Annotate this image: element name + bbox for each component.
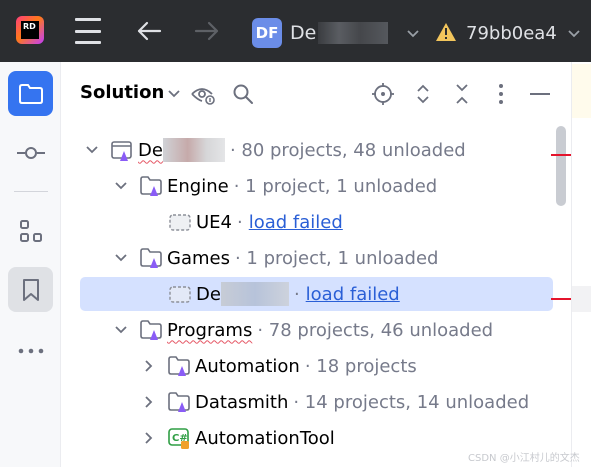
chevron-down-icon	[567, 24, 581, 43]
load-failed-link[interactable]: load failed	[249, 212, 343, 233]
tree-item-meta: · 80 projects, 48 unloaded	[229, 139, 466, 161]
tree-item-meta: · 14 projects, 14 unloaded	[293, 391, 530, 413]
tree-row-project-selected[interactable]: De · load failed	[61, 277, 556, 311]
solution-folder-icon	[167, 354, 191, 378]
vcs-branch-widget[interactable]: 79bb0ea4	[466, 20, 581, 46]
panel-title[interactable]: Solution	[80, 82, 164, 103]
more-icon[interactable]	[8, 328, 53, 373]
warning-icon[interactable]	[434, 20, 458, 44]
tree-item-name: De	[196, 283, 221, 305]
locate-icon[interactable]	[371, 82, 395, 106]
tree-item-name: Games	[167, 247, 230, 269]
editor-banner	[572, 64, 591, 118]
structure-icon[interactable]	[8, 208, 53, 253]
tree-item-name: UE4	[196, 211, 232, 233]
back-arrow-icon[interactable]	[134, 16, 164, 46]
expand-all-icon[interactable]	[411, 82, 435, 106]
project-badge[interactable]: DF	[252, 18, 282, 48]
unloaded-project-icon	[168, 210, 192, 234]
tree-item-name: Engine	[167, 175, 229, 197]
tree-row-folder[interactable]: Automation · 18 projects	[61, 349, 556, 383]
load-failed-link[interactable]: load failed	[306, 284, 400, 305]
search-icon[interactable]	[231, 82, 255, 106]
project-folder-icon[interactable]	[8, 71, 53, 116]
commit-icon[interactable]	[8, 130, 53, 175]
tree-item-name: Programs	[167, 319, 253, 341]
solution-panel: Solution De · 80 projects, 48 unloaded E…	[61, 62, 571, 467]
csharp-project-icon: C#	[167, 426, 191, 450]
vertical-scrollbar[interactable]	[556, 126, 566, 206]
project-selector[interactable]: De	[290, 20, 420, 46]
chevron-down-icon[interactable]	[111, 176, 131, 196]
tree-item-meta: · 1 project, 1 unloaded	[234, 247, 439, 269]
collapse-all-icon[interactable]	[450, 82, 474, 106]
bookmarks-icon[interactable]	[8, 267, 53, 312]
tree-item-meta: · 1 project, 1 unloaded	[233, 175, 438, 197]
logo-text: RD	[21, 21, 39, 39]
strip-divider	[14, 191, 48, 192]
error-marker	[551, 298, 571, 300]
main-menu-icon[interactable]	[74, 18, 102, 44]
chevron-down-icon[interactable]	[111, 320, 131, 340]
watermark: CSDN @小江村儿的文杰	[468, 453, 580, 464]
options-menu-icon[interactable]	[489, 82, 513, 106]
chevron-right-icon[interactable]	[139, 356, 159, 376]
tree-item-name: AutomationTool	[195, 427, 335, 449]
tree-row-folder[interactable]: Programs · 78 projects, 46 unloaded	[61, 313, 556, 347]
chevron-down-icon[interactable]	[82, 140, 102, 160]
solution-folder-icon	[139, 174, 163, 198]
tree-row-folder[interactable]: Games · 1 project, 1 unloaded	[61, 241, 556, 275]
branch-name: 79bb0ea4	[466, 22, 557, 44]
chevron-down-icon	[406, 24, 420, 43]
solution-folder-icon	[139, 246, 163, 270]
chevron-down-icon[interactable]	[111, 248, 131, 268]
tree-item-name: De	[138, 139, 163, 161]
unloaded-project-icon	[168, 282, 192, 306]
chevron-right-icon[interactable]	[139, 392, 159, 412]
tree-row-folder[interactable]: Datasmith · 14 projects, 14 unloaded	[61, 385, 556, 419]
tree-row-project[interactable]: UE4 · load failed	[61, 205, 556, 239]
editor-line-highlight	[572, 286, 591, 312]
project-name: De	[290, 22, 317, 44]
tree-item-meta: · 78 projects, 46 unloaded	[257, 319, 494, 341]
error-marker	[551, 154, 571, 156]
tree-item-meta: ·	[237, 211, 243, 233]
forward-arrow-icon[interactable]	[192, 16, 222, 46]
tree-item-meta: · 18 projects	[304, 355, 417, 377]
tree-item-name: Datasmith	[195, 391, 289, 413]
tree-row-folder[interactable]: Engine · 1 project, 1 unloaded	[61, 169, 556, 203]
tree-item-name: Automation	[195, 355, 300, 377]
title-bar: RD DF De 79bb0ea4	[0, 0, 591, 62]
redacted-block	[318, 22, 389, 44]
chevron-right-icon[interactable]	[139, 428, 159, 448]
redacted-block	[220, 282, 289, 306]
panel-header: Solution	[61, 62, 571, 124]
tool-window-strip	[0, 62, 61, 467]
solution-icon	[110, 138, 134, 162]
rider-logo[interactable]: RD	[16, 16, 44, 44]
hide-panel-icon[interactable]	[528, 82, 552, 106]
solution-folder-icon	[139, 318, 163, 342]
tree-item-meta: ·	[293, 283, 300, 305]
tree-row-solution[interactable]: De · 80 projects, 48 unloaded	[61, 133, 556, 167]
solution-folder-icon	[167, 390, 191, 414]
chevron-down-icon[interactable]	[162, 82, 186, 106]
view-options-icon[interactable]	[191, 82, 215, 106]
redacted-block	[162, 138, 225, 162]
editor-edge	[571, 62, 591, 467]
